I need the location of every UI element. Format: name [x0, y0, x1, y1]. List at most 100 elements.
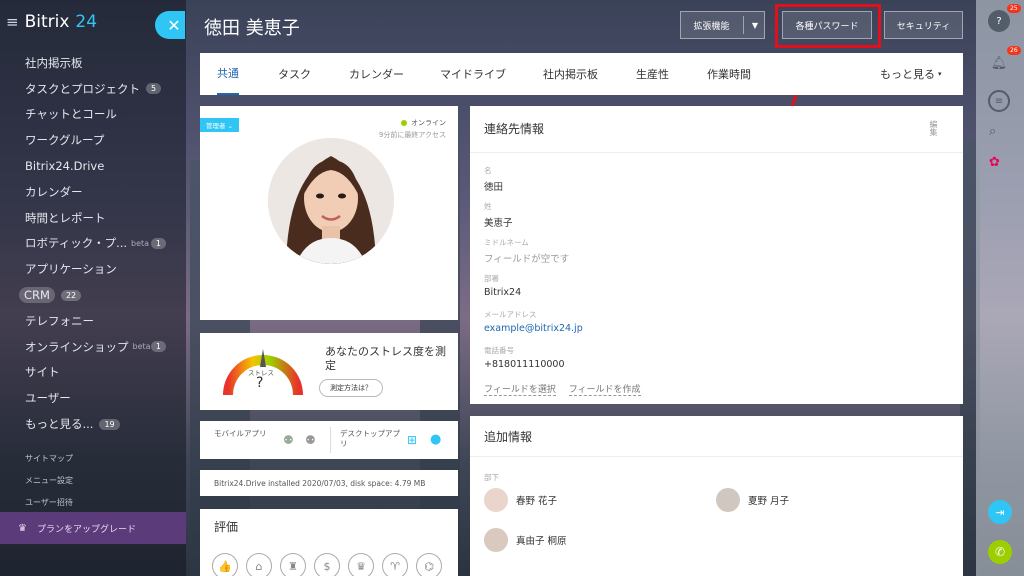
- sidebar-nav: 社内掲示板 タスクとプロジェクト 5 チャットとコール ワークグループ Bitri…: [0, 50, 186, 437]
- select-field-link[interactable]: フィールドを選択: [484, 385, 556, 396]
- admin-tag[interactable]: 管理者 ⌄: [200, 118, 240, 132]
- count-badge: 19: [99, 418, 120, 430]
- security-button[interactable]: セキュリティ: [884, 11, 963, 39]
- drive-info: Bitrix24.Drive installed 2020/07/03, dis…: [214, 478, 426, 488]
- create-field-link[interactable]: フィールドを作成: [568, 385, 641, 396]
- gauge-value: ?: [256, 375, 264, 391]
- desktop-app-label: デスクトップアプリ: [340, 429, 400, 448]
- additional-info-card: 追加情報 部下 春野 花子 夏野 月子 真由子 桐原: [470, 416, 963, 576]
- chevron-down-icon: ▾: [938, 70, 942, 78]
- sidebar-item-crm[interactable]: CRM 22: [0, 282, 186, 308]
- sidebar-item-label: オンラインショップ: [25, 339, 129, 354]
- sidebar-item-tasks[interactable]: タスクとプロジェクト 5: [0, 76, 186, 102]
- sidebar-item-sites[interactable]: サイト: [0, 360, 186, 386]
- android-icon[interactable]: ⚉: [283, 433, 294, 447]
- page-title: 徳田 美恵子: [204, 18, 300, 39]
- online-dot-icon: [401, 120, 407, 126]
- windows-icon[interactable]: ⊞: [407, 433, 417, 447]
- sitemap-link[interactable]: サイトマップ: [25, 448, 73, 470]
- sidebar-item-label: Bitrix24.Drive: [25, 159, 105, 174]
- search-icon[interactable]: ⌕: [989, 124, 996, 139]
- bell-icon[interactable]: 🔔︎ 26: [988, 46, 1021, 74]
- count-badge: 5: [146, 83, 162, 95]
- chevron-down-icon[interactable]: ▼: [752, 21, 758, 30]
- tab-tasks[interactable]: タスク: [278, 53, 311, 95]
- phone-icon[interactable]: ✆: [988, 540, 1012, 564]
- person-name: 夏野 月子: [748, 496, 790, 507]
- sidebar-item-label: サイト: [25, 365, 60, 380]
- divider: [330, 427, 331, 453]
- sidebar-item-applications[interactable]: アプリケーション: [0, 256, 186, 282]
- cake-icon[interactable]: ⌬: [416, 553, 442, 576]
- first-name-field: 名徳田: [484, 165, 503, 193]
- upgrade-label: プランをアップグレード: [36, 524, 136, 535]
- sidebar-item-telephony[interactable]: テレフォニー: [0, 308, 186, 334]
- field-value: フィールドが空です: [484, 254, 570, 265]
- tab-my-drive[interactable]: マイドライブ: [440, 53, 506, 95]
- upgrade-plan-button[interactable]: ♛ プランをアップグレード: [0, 512, 186, 544]
- sidebar-item-rpa[interactable]: ロボティック・プ... beta 1: [0, 231, 186, 257]
- tab-feed[interactable]: 社内掲示板: [543, 53, 598, 95]
- divider: [470, 152, 963, 153]
- thumbs-up-icon[interactable]: 👍: [212, 553, 238, 576]
- sidebar-item-time-reports[interactable]: 時間とレポート: [0, 205, 186, 231]
- close-icon: ✕: [167, 15, 181, 35]
- tab-calendar[interactable]: カレンダー: [349, 53, 404, 95]
- field-label: 部署: [484, 274, 499, 283]
- sidebar-item-users[interactable]: ユーザー: [0, 385, 186, 411]
- gift-icon[interactable]: ⌂: [246, 553, 272, 576]
- tab-general[interactable]: 共通: [217, 53, 239, 95]
- field-label: メールアドレス: [484, 310, 537, 319]
- contact-info-card: 連絡先情報 編集 名徳田 姓美恵子 ミドルネーム フィールドが空です 部署 Bitr…: [470, 106, 963, 404]
- menu-settings-link[interactable]: メニュー設定: [25, 470, 73, 492]
- phone-field: 電話番号 +818011110000: [484, 345, 565, 370]
- app-icon[interactable]: ✿: [989, 155, 1000, 170]
- field-value: 美恵子: [484, 218, 513, 229]
- sidebar-item-label: ワークグループ: [25, 133, 105, 148]
- apple-icon[interactable]: ●: [430, 432, 441, 447]
- tab-more[interactable]: もっと見る ▾: [880, 53, 942, 95]
- left-sidebar: ≡ Bitrix 24 社内掲示板 タスクとプロジェクト 5 チャットとコール ワ…: [0, 0, 186, 576]
- divider: [470, 456, 963, 457]
- apple-mobile-icon[interactable]: ⚉: [305, 433, 316, 447]
- logo[interactable]: ≡ Bitrix 24: [6, 12, 97, 32]
- sidebar-item-label: 時間とレポート: [25, 210, 106, 225]
- subordinate-item[interactable]: 夏野 月子: [716, 488, 789, 512]
- sidebar-item-chat[interactable]: チャットとコール: [0, 102, 186, 128]
- drink-icon[interactable]: ♈: [382, 553, 408, 576]
- subordinates-label: 部下: [484, 473, 499, 482]
- avatar[interactable]: [268, 138, 394, 264]
- field-label: 姓: [484, 202, 492, 211]
- edit-link[interactable]: 編集: [928, 120, 939, 136]
- sidebar-item-more[interactable]: もっと見る... 19: [0, 411, 186, 437]
- help-icon[interactable]: ? 25: [988, 4, 1021, 32]
- trophy-icon[interactable]: ♜: [280, 553, 306, 576]
- sidebar-item-workgroups[interactable]: ワークグループ: [0, 127, 186, 153]
- email-link[interactable]: example@bitrix24.jp: [484, 323, 583, 334]
- logo-number: 24: [75, 12, 98, 32]
- sidebar-item-calendar[interactable]: カレンダー: [0, 179, 186, 205]
- last-access: 9分前に最終アクセス: [378, 131, 446, 139]
- email-field: メールアドレス example@bitrix24.jp: [484, 309, 583, 334]
- subordinate-item[interactable]: 春野 花子: [484, 488, 557, 512]
- chat-icon[interactable]: ≡: [988, 90, 1010, 112]
- sidebar-item-label: もっと見る...: [25, 417, 94, 432]
- status-label: オンライン: [411, 119, 446, 127]
- invite-users-link[interactable]: ユーザー招待: [25, 492, 73, 514]
- close-slider-button[interactable]: ✕: [155, 11, 185, 39]
- sidebar-item-feed[interactable]: 社内掲示板: [0, 50, 186, 76]
- money-icon[interactable]: $: [314, 553, 340, 576]
- tab-productivity[interactable]: 生産性: [636, 53, 669, 95]
- crown-icon[interactable]: ♛: [348, 553, 374, 576]
- exit-icon[interactable]: ⇥: [988, 500, 1012, 524]
- sidebar-item-drive[interactable]: Bitrix24.Drive: [0, 153, 186, 179]
- sidebar-item-online-shop[interactable]: オンラインショップ beta 1: [0, 334, 186, 360]
- field-value: Bitrix24: [484, 287, 522, 298]
- subordinate-item[interactable]: 真由子 桐原: [484, 528, 567, 552]
- extensions-button[interactable]: 拡張機能 ▼: [680, 11, 765, 39]
- field-label: 名: [484, 166, 492, 175]
- how-to-measure-button[interactable]: 測定方法は？: [319, 379, 383, 397]
- menu-icon[interactable]: ≡: [6, 13, 19, 31]
- tab-work-time[interactable]: 作業時間: [707, 53, 751, 95]
- field-actions: フィールドを選択 フィールドを作成: [484, 382, 651, 396]
